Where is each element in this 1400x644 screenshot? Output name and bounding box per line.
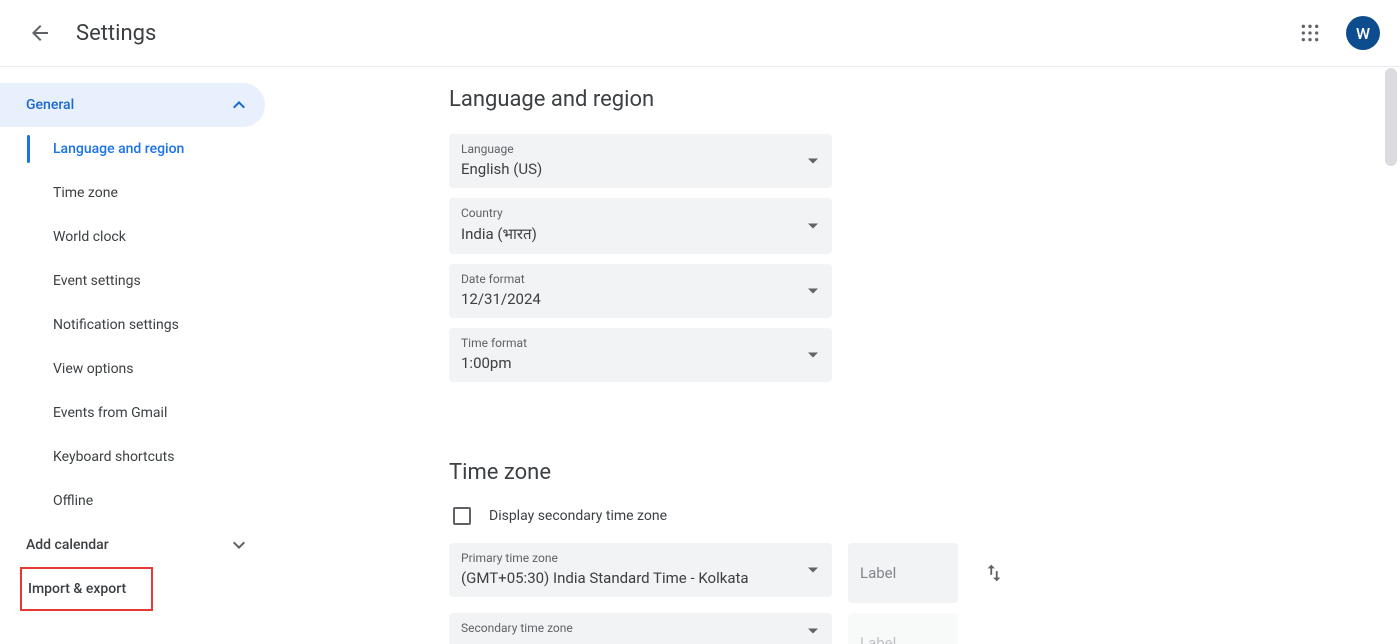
dropdown-label: Time format (461, 336, 820, 350)
sidebar-item-events-from-gmail[interactable]: Events from Gmail (27, 391, 265, 435)
body-container: General Language and region Time zone Wo… (0, 67, 1400, 644)
sidebar-general-subitems: Language and region Time zone World cloc… (26, 127, 265, 523)
time-format-dropdown[interactable]: Time format 1:00pm (449, 328, 832, 382)
back-button[interactable] (20, 13, 60, 53)
sidebar-item-label: Event settings (53, 273, 141, 289)
sidebar-item-label: Language and region (53, 141, 184, 157)
input-placeholder: Label (860, 634, 896, 644)
sidebar-section-label: General (26, 97, 74, 113)
sidebar-item-label: Events from Gmail (53, 405, 167, 421)
sidebar: General Language and region Time zone Wo… (0, 67, 265, 644)
account-avatar[interactable]: W (1346, 16, 1380, 50)
section-heading-time-zone: Time zone (449, 460, 1400, 485)
sidebar-item-keyboard-shortcuts[interactable]: Keyboard shortcuts (27, 435, 265, 479)
chevron-up-icon (227, 93, 251, 117)
input-placeholder: Label (860, 564, 896, 582)
sidebar-section-label: Import & export (28, 581, 126, 597)
sidebar-item-label: World clock (53, 229, 126, 245)
header-right: W (1290, 13, 1380, 53)
section-heading-language-region: Language and region (449, 87, 1400, 112)
sidebar-item-language-region[interactable]: Language and region (27, 127, 265, 171)
sidebar-item-world-clock[interactable]: World clock (27, 215, 265, 259)
sidebar-section-general[interactable]: General (0, 83, 265, 127)
google-apps-button[interactable] (1290, 13, 1330, 53)
country-dropdown[interactable]: Country India (भारत) (449, 198, 832, 254)
sidebar-section-import-export[interactable]: Import & export (20, 567, 153, 611)
caret-down-icon (808, 224, 818, 229)
sidebar-item-event-settings[interactable]: Event settings (27, 259, 265, 303)
primary-tz-label-input[interactable]: Label (848, 543, 958, 603)
caret-down-icon (808, 159, 818, 164)
header: Settings W (0, 0, 1400, 67)
secondary-tz-dropdown: Secondary time zone (449, 613, 832, 644)
caret-down-icon (808, 353, 818, 358)
dropdown-label: Country (461, 206, 820, 220)
secondary-tz-label-input: Label (848, 613, 958, 644)
sidebar-item-view-options[interactable]: View options (27, 347, 265, 391)
sidebar-item-label: View options (53, 361, 134, 377)
caret-down-icon (808, 568, 818, 573)
dropdown-value: 1:00pm (461, 354, 820, 372)
sidebar-item-label: Time zone (53, 185, 118, 201)
dropdown-value: 12/31/2024 (461, 290, 820, 308)
checkbox-label: Display secondary time zone (489, 508, 667, 524)
scrollbar-thumb[interactable] (1385, 68, 1397, 166)
caret-down-icon (808, 289, 818, 294)
sidebar-section-add-calendar[interactable]: Add calendar (0, 523, 265, 567)
dropdown-value: English (US) (461, 160, 820, 178)
date-format-dropdown[interactable]: Date format 12/31/2024 (449, 264, 832, 318)
arrow-back-icon (28, 21, 52, 45)
dropdown-label: Secondary time zone (461, 621, 820, 635)
chevron-down-icon (227, 533, 251, 557)
sidebar-item-label: Keyboard shortcuts (53, 449, 174, 465)
sidebar-item-offline[interactable]: Offline (27, 479, 265, 523)
swap-vert-icon (983, 562, 1005, 584)
primary-tz-dropdown[interactable]: Primary time zone (GMT+05:30) India Stan… (449, 543, 832, 597)
secondary-tz-row: Secondary time zone Label (449, 613, 1400, 644)
avatar-initial: W (1356, 24, 1370, 43)
swap-tz-button[interactable] (974, 543, 1014, 603)
display-secondary-tz-checkbox[interactable] (453, 507, 471, 525)
apps-grid-icon (1300, 23, 1320, 43)
display-secondary-tz-row: Display secondary time zone (453, 507, 1400, 525)
sidebar-item-label: Offline (53, 493, 93, 509)
language-dropdown[interactable]: Language English (US) (449, 134, 832, 188)
page-title: Settings (76, 21, 156, 46)
dropdown-label: Date format (461, 272, 820, 286)
header-left: Settings (20, 13, 156, 53)
dropdown-label: Primary time zone (461, 551, 820, 565)
sidebar-item-notification-settings[interactable]: Notification settings (27, 303, 265, 347)
dropdown-value: (GMT+05:30) India Standard Time - Kolkat… (461, 569, 820, 587)
sidebar-item-time-zone[interactable]: Time zone (27, 171, 265, 215)
dropdown-label: Language (461, 142, 820, 156)
caret-down-icon (808, 629, 818, 634)
sidebar-section-label: Add calendar (26, 537, 109, 553)
dropdown-value: India (भारत) (461, 224, 820, 244)
primary-tz-row: Primary time zone (GMT+05:30) India Stan… (449, 543, 1400, 603)
sidebar-item-label: Notification settings (53, 317, 179, 333)
main-content: Language and region Language English (US… (265, 67, 1400, 644)
